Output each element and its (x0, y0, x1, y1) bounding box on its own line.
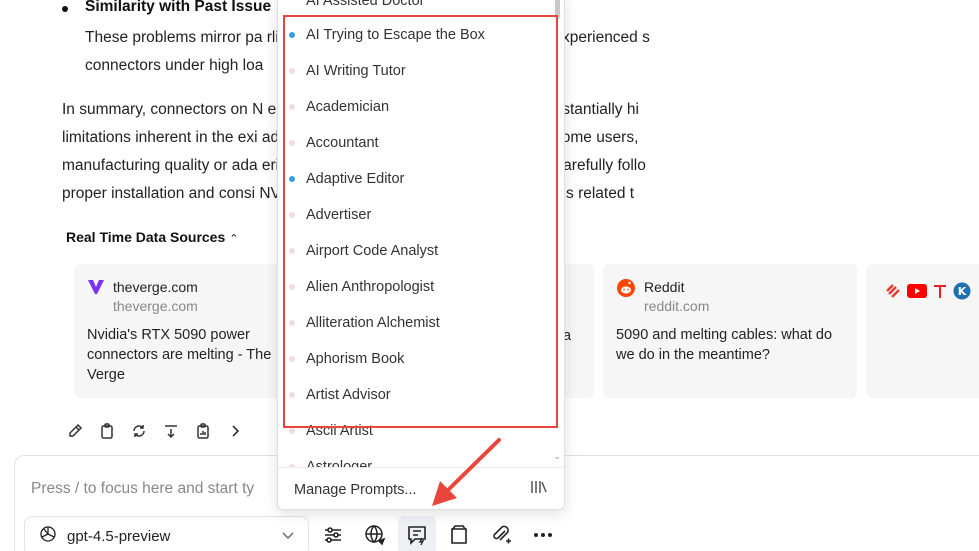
regenerate-icon[interactable] (130, 422, 148, 440)
chevron-up-icon: ⌃ (229, 233, 239, 245)
source-card-theverge[interactable]: theverge.com theverge.com Nvidia's RTX 5… (74, 264, 284, 398)
prompt-dot (289, 428, 295, 434)
more-options-icon[interactable] (524, 516, 562, 551)
composer-placeholder: Press / to focus here and start ty (31, 480, 255, 497)
manage-prompts-button[interactable]: Manage Prompts... (278, 467, 564, 509)
branch-down-icon[interactable] (162, 422, 180, 440)
k-logo-icon: K (953, 282, 971, 305)
copy-icon[interactable] (98, 422, 116, 440)
reddit-logo-icon (616, 278, 636, 303)
openai-logo-icon (39, 525, 57, 548)
model-selector[interactable]: gpt-4.5-preview (24, 516, 309, 551)
settings-sliders-icon[interactable] (314, 516, 352, 551)
svg-text:K: K (958, 285, 967, 298)
tesla-logo-icon (933, 283, 947, 304)
prompt-item[interactable]: Astrologer (278, 449, 564, 467)
attach-paperclip-icon[interactable] (482, 516, 520, 551)
library-books-icon (530, 479, 548, 500)
clipboard-chart-icon[interactable] (194, 422, 212, 440)
scroll-down-icon[interactable]: ⌄ (553, 451, 561, 462)
source-title-line: Verge (87, 367, 125, 383)
source-title-line: a (563, 328, 572, 344)
manage-prompts-label: Manage Prompts... (294, 481, 417, 498)
model-name: gpt-4.5-preview (67, 527, 171, 545)
edit-icon[interactable] (66, 422, 84, 440)
source-title: 5090 and melting cables: what do we do i… (616, 325, 844, 365)
message-actions (66, 422, 244, 440)
source-title: Nvidia's RTX 5090 power connectors are m… (87, 325, 271, 385)
source-title-line: 5090 and melting cables: what do (616, 327, 833, 343)
source-domain: reddit.com (644, 298, 710, 314)
bullet-marker (62, 6, 68, 12)
chevron-down-icon (282, 527, 294, 545)
knowledge-jar-icon[interactable] (440, 516, 478, 551)
prompt-label: Astrologer (306, 459, 373, 467)
sources-heading: Real Time Data Sources (66, 229, 226, 245)
source-card-reddit[interactable]: Reddit reddit.com 5090 and melting cable… (603, 264, 857, 398)
source-title-line: Nvidia's RTX 5090 power (87, 327, 250, 343)
prompts-icon[interactable] (398, 516, 436, 551)
bullet-title: Similarity with Past Issue (85, 0, 272, 15)
prompt-label: AI Assisted Doctor (306, 0, 425, 9)
web-search-globe-icon[interactable] (356, 516, 394, 551)
theverge-logo-icon (87, 278, 105, 301)
source-title-line: connectors are melting - The (87, 347, 272, 363)
youtube-logo-icon (907, 284, 927, 303)
source-card-more[interactable]: K (866, 264, 979, 398)
highlight-box (283, 15, 558, 428)
source-title-line: we do in the meantime? (616, 347, 770, 363)
source-name: Reddit (644, 279, 685, 295)
composer-toolbar (314, 516, 562, 551)
sources-toggle[interactable]: Real Time Data Sources ⌃ (66, 229, 238, 245)
chevron-right-icon[interactable] (226, 422, 244, 440)
source-domain: theverge.com (113, 298, 198, 314)
source-name: theverge.com (113, 279, 198, 295)
stripes-logo-icon (885, 283, 901, 304)
